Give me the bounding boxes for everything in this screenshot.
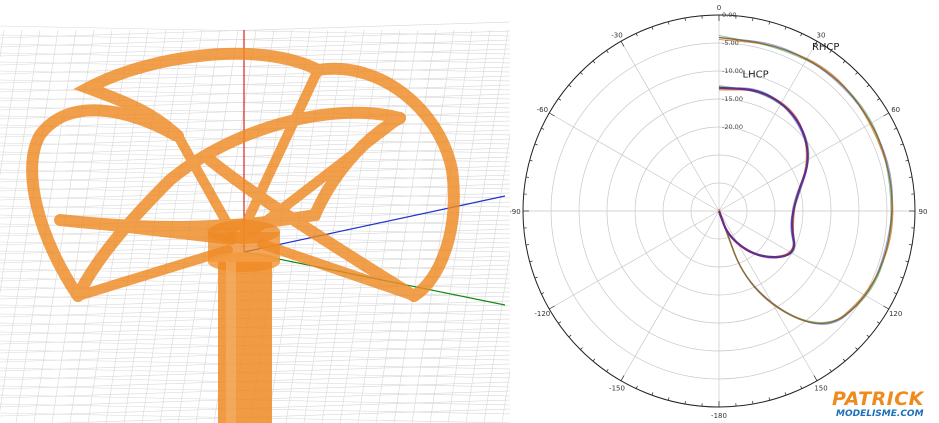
series-trace [718,85,810,258]
angle-label: -180 [711,412,727,420]
radial-label: 0.00 [722,11,736,19]
angle-label: -30 [611,31,622,39]
angle-label: 60 [891,106,900,114]
angle-label: -120 [534,310,550,318]
series-line [717,86,809,259]
radial-label: -10.00 [722,67,743,75]
angle-label: 150 [814,385,827,393]
logo-name: PATRICK [832,388,924,410]
series-lhcp [717,85,810,259]
radial-label: -20.00 [722,123,743,131]
angle-label: 0 [717,4,721,12]
antenna-3d-view [0,0,510,423]
patrick-modelisme-logo: PATRICK MODELISME.COM [830,380,938,422]
angle-label: -60 [537,106,548,114]
polar-radiation-chart: 0306090120150-180-150-120-90-60-300.00-5… [510,4,928,420]
angle-label: -150 [609,385,625,393]
series-label: RHCP [812,42,839,53]
angle-label: 90 [919,208,928,216]
angle-label: 30 [817,31,826,39]
series-trace [718,87,809,259]
angle-label: 120 [889,310,902,318]
logo-sub: MODELISME.COM [836,409,924,419]
series-label: LHCP [743,70,769,81]
angle-label: -90 [510,208,521,216]
radial-label: -15.00 [722,95,743,103]
